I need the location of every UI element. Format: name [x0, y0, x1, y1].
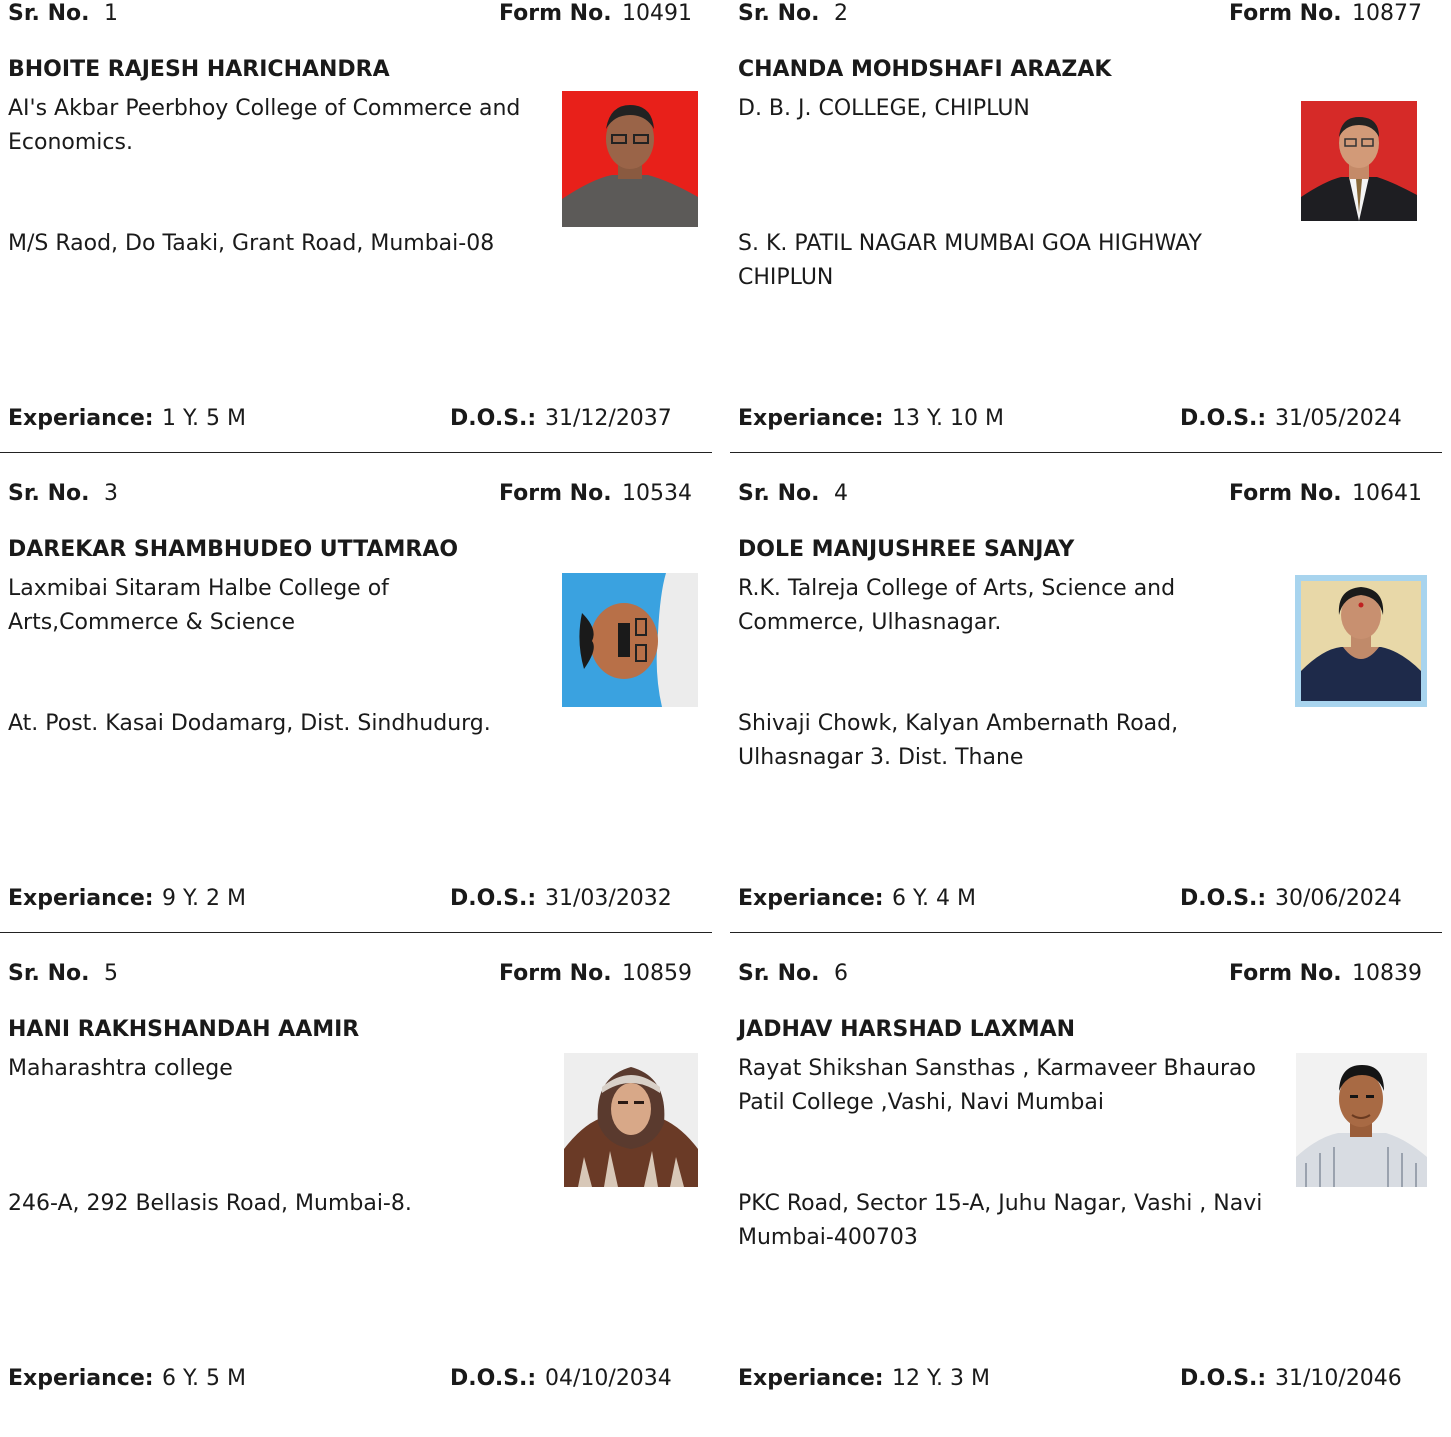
experience-label: Experiance: — [738, 886, 884, 911]
experience-value: 9 Y. 2 M — [162, 886, 246, 911]
dos-label: D.O.S.: — [1180, 886, 1267, 911]
form-no-label: Form No. — [499, 961, 612, 986]
form-no-label: Form No. — [499, 1, 612, 26]
college-name: D. B. J. COLLEGE, CHIPLUN — [738, 96, 1030, 121]
college-address: S. K. PATIL NAGAR MUMBAI GOA HIGHWAY CHI… — [738, 231, 1202, 290]
member-photo — [564, 1053, 698, 1187]
experience-label: Experiance: — [738, 1366, 884, 1391]
sr-no-label: Sr. No. — [738, 961, 820, 986]
dos-value: 31/03/2032 — [545, 886, 672, 911]
college-name: Maharashtra college — [8, 1056, 233, 1081]
member-name: HANI RAKHSHANDAH AAMIR — [8, 1017, 360, 1042]
form-no-value: 10491 — [622, 1, 692, 26]
dos-value: 31/12/2037 — [545, 406, 672, 431]
member-card: Sr. No. 4 Form No. 10641 DOLE MANJUSHREE… — [730, 477, 1442, 957]
member-card: Sr. No. 6 Form No. 10839 JADHAV HARSHAD … — [730, 957, 1442, 1437]
sr-no-label: Sr. No. — [8, 961, 90, 986]
member-photo — [1296, 1053, 1427, 1187]
sr-no-label: Sr. No. — [738, 1, 820, 26]
college-address: At. Post. Kasai Dodamarg, Dist. Sindhudu… — [8, 711, 491, 736]
dos-label: D.O.S.: — [450, 1366, 537, 1391]
experience-label: Experiance: — [8, 886, 154, 911]
member-photo — [562, 91, 698, 227]
member-card: Sr. No. 1 Form No. 10491 BHOITE RAJESH H… — [0, 0, 712, 477]
card-divider — [730, 452, 1442, 453]
member-photo — [562, 573, 698, 707]
college-address: Shivaji Chowk, Kalyan Ambernath Road, Ul… — [738, 711, 1179, 770]
form-no-label: Form No. — [1229, 1, 1342, 26]
college-address: PKC Road, Sector 15-A, Juhu Nagar, Vashi… — [738, 1191, 1263, 1250]
sr-no-value: 3 — [104, 481, 118, 506]
member-card: Sr. No. 5 Form No. 10859 HANI RAKHSHANDA… — [0, 957, 712, 1437]
form-no-label: Form No. — [1229, 481, 1342, 506]
experience-value: 6 Y. 4 M — [892, 886, 976, 911]
experience-label: Experiance: — [738, 406, 884, 431]
college-address: M/S Raod, Do Taaki, Grant Road, Mumbai-0… — [8, 231, 495, 256]
college-name: AI's Akbar Peerbhoy College of Commerce … — [8, 96, 521, 155]
member-name: JADHAV HARSHAD LAXMAN — [738, 1017, 1076, 1042]
card-divider — [0, 452, 712, 453]
dos-value: 31/10/2046 — [1275, 1366, 1402, 1391]
sr-no-value: 1 — [104, 1, 118, 26]
dos-label: D.O.S.: — [450, 886, 537, 911]
college-name: Laxmibai Sitaram Halbe College of Arts,C… — [8, 576, 389, 635]
sr-no-label: Sr. No. — [8, 481, 90, 506]
member-photo — [1301, 101, 1417, 221]
dos-label: D.O.S.: — [450, 406, 537, 431]
sr-no-label: Sr. No. — [738, 481, 820, 506]
member-name: DOLE MANJUSHREE SANJAY — [738, 537, 1075, 562]
sr-no-value: 6 — [834, 961, 848, 986]
college-address: 246-A, 292 Bellasis Road, Mumbai-8. — [8, 1191, 412, 1216]
dos-label: D.O.S.: — [1180, 406, 1267, 431]
sr-no-label: Sr. No. — [8, 1, 90, 26]
member-name: BHOITE RAJESH HARICHANDRA — [8, 57, 390, 82]
college-name: R.K. Talreja College of Arts, Science an… — [738, 576, 1176, 635]
form-no-value: 10534 — [622, 481, 692, 506]
member-photo — [1295, 575, 1427, 707]
experience-label: Experiance: — [8, 406, 154, 431]
member-card: Sr. No. 3 Form No. 10534 DAREKAR SHAMBHU… — [0, 477, 712, 957]
form-no-value: 10859 — [622, 961, 692, 986]
sr-no-value: 5 — [104, 961, 118, 986]
dos-value: 30/06/2024 — [1275, 886, 1402, 911]
dos-value: 31/05/2024 — [1275, 406, 1402, 431]
form-no-value: 10877 — [1352, 1, 1422, 26]
experience-label: Experiance: — [8, 1366, 154, 1391]
form-no-label: Form No. — [1229, 961, 1342, 986]
form-no-value: 10839 — [1352, 961, 1422, 986]
dos-label: D.O.S.: — [1180, 1366, 1267, 1391]
card-divider — [730, 932, 1442, 933]
form-no-value: 10641 — [1352, 481, 1422, 506]
experience-value: 12 Y. 3 M — [892, 1366, 990, 1391]
member-name: DAREKAR SHAMBHUDEO UTTAMRAO — [8, 537, 459, 562]
form-no-label: Form No. — [499, 481, 612, 506]
experience-value: 1 Y. 5 M — [162, 406, 246, 431]
member-card: Sr. No. 2 Form No. 10877 CHANDA MOHDSHAF… — [730, 0, 1442, 477]
sr-no-value: 2 — [834, 1, 848, 26]
college-name: Rayat Shikshan Sansthas , Karmaveer Bhau… — [738, 1056, 1256, 1115]
card-divider — [0, 932, 712, 933]
experience-value: 6 Y. 5 M — [162, 1366, 246, 1391]
sr-no-value: 4 — [834, 481, 848, 506]
experience-value: 13 Y. 10 M — [892, 406, 1004, 431]
member-directory-page: { "labels": { "sr_no": "Sr. No.", "form_… — [0, 0, 1451, 1392]
dos-value: 04/10/2034 — [545, 1366, 672, 1391]
member-name: CHANDA MOHDSHAFI ARAZAK — [738, 57, 1112, 82]
